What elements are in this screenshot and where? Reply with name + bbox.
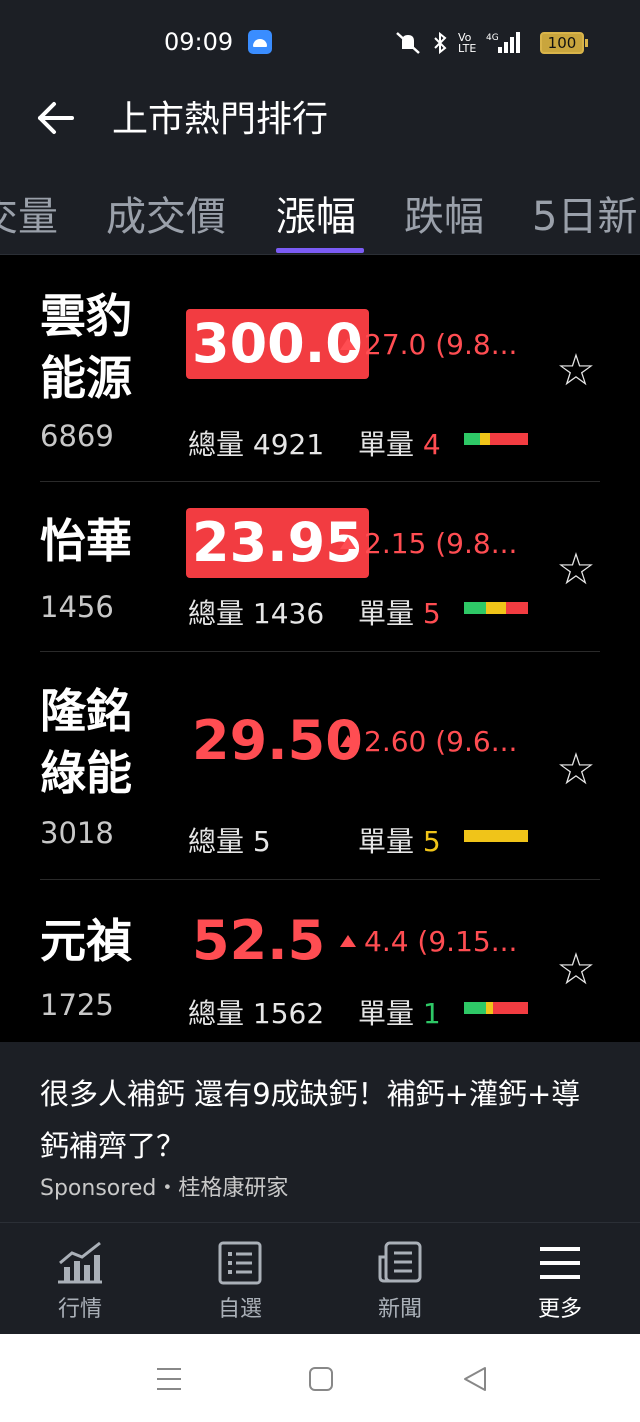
bottom-nav: 行情 自選 新聞 更多: [0, 1222, 640, 1334]
stock-name: 隆銘綠能: [40, 684, 132, 800]
nav-label: 更多: [537, 1297, 582, 1322]
signal-icon: 4G: [486, 32, 520, 53]
volte-icon: Vo LTE: [458, 31, 477, 55]
nav-label: 自選: [217, 1297, 262, 1322]
tab-gainers[interactable]: 漲幅: [276, 191, 356, 243]
volume-ratio-bar: [464, 433, 528, 445]
back-arrow-icon: [38, 102, 74, 134]
stock-name: 元禎: [40, 914, 132, 968]
stock-row[interactable]: 雲豹能源 6869 300.0 27.0 (9.8... 總量 4921 單量 …: [0, 255, 640, 482]
volume-bar-segment: [464, 602, 487, 614]
unit-volume: 4: [422, 428, 441, 461]
bluetooth-icon: [434, 31, 447, 55]
stock-code: 1725: [40, 988, 114, 1022]
tab-5day-new[interactable]: 5日新: [532, 191, 637, 243]
back-button[interactable]: [34, 96, 78, 140]
total-volume: 1562: [252, 997, 325, 1030]
volume-ratio-bar: [464, 830, 528, 842]
status-bar: 09:09 Vo LTE 4G 100: [0, 22, 640, 64]
status-time: 09:09: [164, 28, 234, 56]
up-arrow-icon: [340, 935, 356, 947]
unit-volume-label: 單量: [358, 825, 415, 858]
battery-indicator: 100: [540, 32, 588, 54]
nav-watchlist[interactable]: 自選: [190, 1241, 290, 1331]
network-label: 4G: [486, 33, 499, 43]
volume-ratio-bar: [464, 602, 528, 614]
volume-bar-segment: [464, 433, 480, 445]
stock-code: 1456: [40, 590, 114, 624]
nav-more[interactable]: 更多: [510, 1241, 610, 1331]
total-volume-label: 總量: [188, 597, 245, 630]
volume-bar-segment: [505, 602, 528, 614]
stock-row[interactable]: 怡華 1456 23.95 2.15 (9.8... 總量 1436 單量 5 …: [0, 482, 640, 652]
stock-list: 雲豹能源 6869 300.0 27.0 (9.8... 總量 4921 單量 …: [0, 255, 640, 1042]
watchlist-icon: [218, 1241, 262, 1285]
stock-code: 3018: [40, 816, 114, 850]
mute-icon: [396, 32, 420, 54]
back-nav-icon[interactable]: [460, 1364, 490, 1394]
up-arrow-icon: [340, 735, 356, 747]
sponsored-ad[interactable]: 很多人補鈣 還有9成缺鈣！補鈣+灌鈣+導鈣補齊了？ Sponsored・桂格康研…: [0, 1042, 640, 1222]
volume-bar-segment: [464, 830, 528, 842]
stock-name: 雲豹能源: [40, 289, 132, 405]
unit-volume-label: 單量: [358, 597, 415, 630]
unit-volume: 1: [422, 997, 441, 1030]
tab-volume[interactable]: 成交量: [0, 191, 58, 243]
header: 09:09 Vo LTE 4G 100 上市熱門排行 量 成交價 漲幅 跌幅 5…: [0, 0, 640, 255]
stock-change: 27.0 (9.8...: [364, 328, 518, 361]
stock-change: 2.60 (9.6...: [364, 725, 518, 758]
volume-bar-segment: [464, 1002, 487, 1014]
up-arrow-icon: [340, 338, 356, 350]
volume-bar-segment: [480, 433, 490, 445]
active-tab-indicator: [276, 248, 364, 253]
volume-bar-segment: [489, 433, 528, 445]
stock-code: 6869: [40, 419, 114, 453]
total-volume-label: 總量: [188, 997, 245, 1030]
system-nav-bar: [0, 1334, 640, 1422]
volume-ratio-bar: [464, 1002, 528, 1014]
stock-row[interactable]: 元禎 1725 52.5 4.4 (9.15... 總量 1562 單量 1 ☆: [0, 880, 640, 1042]
ad-sponsor: Sponsored・桂格康研家: [40, 1176, 289, 1201]
stock-change: 4.4 (9.15...: [364, 925, 518, 958]
menu-icon: [540, 1247, 580, 1279]
tab-price[interactable]: 成交價: [106, 191, 226, 243]
nav-news[interactable]: 新聞: [350, 1241, 450, 1331]
nav-market[interactable]: 行情: [30, 1241, 130, 1331]
tab-bar: 成交量 成交價 漲幅 跌幅 5日新: [0, 185, 640, 255]
favorite-star-icon[interactable]: ☆: [552, 746, 600, 794]
ad-headline[interactable]: 很多人補鈣 還有9成缺鈣！補鈣+灌鈣+導鈣補齊了？: [40, 1068, 600, 1172]
favorite-star-icon[interactable]: ☆: [552, 946, 600, 994]
tab-losers[interactable]: 跌幅: [404, 191, 484, 243]
total-volume: 5: [252, 825, 271, 858]
page-title: 上市熱門排行: [112, 99, 329, 140]
total-volume-label: 總量: [188, 825, 245, 858]
total-volume: 4921: [252, 428, 325, 461]
system-icons: Vo LTE 4G: [394, 28, 520, 58]
total-volume: 1436: [252, 597, 325, 630]
stock-change: 2.15 (9.8...: [364, 527, 518, 560]
favorite-star-icon[interactable]: ☆: [552, 546, 600, 594]
total-volume-label: 總量: [188, 428, 245, 461]
chart-icon: [58, 1241, 102, 1284]
up-arrow-icon: [340, 537, 356, 549]
stock-row[interactable]: 隆銘綠能 3018 29.50 2.60 (9.6... 總量 5 單量 5 ☆: [0, 652, 640, 880]
home-icon[interactable]: [306, 1364, 336, 1394]
volume-bar-segment: [492, 1002, 528, 1014]
favorite-star-icon[interactable]: ☆: [552, 347, 600, 395]
unit-volume-label: 單量: [358, 428, 415, 461]
volume-bar-segment: [486, 602, 506, 614]
stock-name: 怡華: [40, 514, 132, 568]
unit-volume: 5: [422, 825, 441, 858]
android-notification-icon: [248, 30, 272, 54]
nav-label: 新聞: [377, 1297, 422, 1322]
news-icon: [378, 1241, 422, 1283]
unit-volume-label: 單量: [358, 997, 415, 1030]
recent-apps-icon[interactable]: [154, 1364, 184, 1394]
nav-label: 行情: [57, 1297, 102, 1322]
stock-price: 52.5: [192, 909, 326, 972]
unit-volume: 5: [422, 597, 441, 630]
